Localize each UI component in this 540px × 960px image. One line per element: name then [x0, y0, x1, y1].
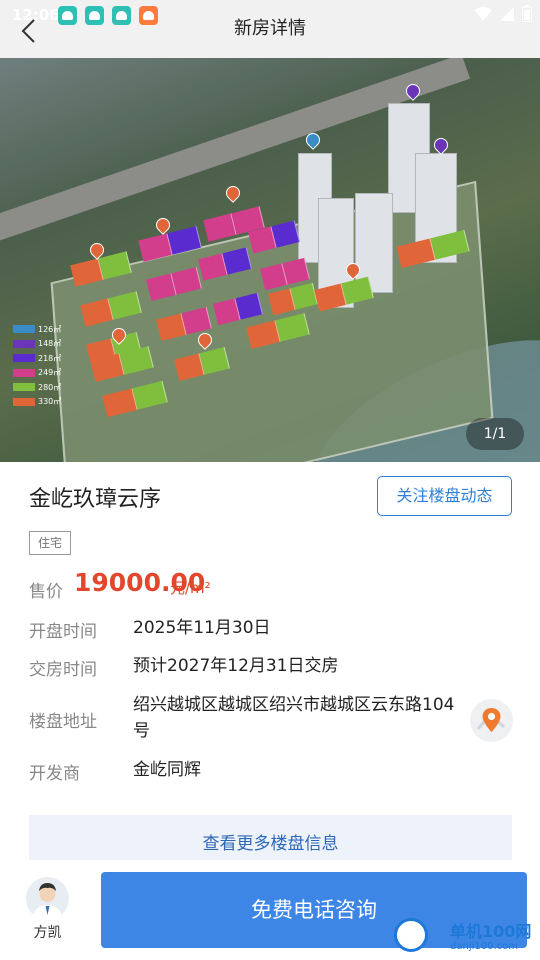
- legend-label: 148㎡: [38, 339, 62, 349]
- map-location-button[interactable]: [470, 699, 513, 742]
- app-notification-icon: [58, 6, 77, 25]
- status-time: 12:06: [12, 6, 60, 24]
- opening-date-value: 2025年11月30日: [133, 618, 271, 638]
- building-marker-pin: [431, 135, 451, 155]
- watermark-logo: 单机100网 danji100.com: [392, 912, 540, 960]
- legend-swatch: [13, 368, 35, 377]
- legend-label: 249㎡: [38, 368, 62, 378]
- watermark-url: danji100.com: [450, 941, 518, 952]
- heart-app-icon: [139, 6, 158, 25]
- legend-label: 218㎡: [38, 353, 62, 363]
- legend-row: 280㎡: [13, 380, 61, 395]
- legend-row: 148㎡: [13, 337, 61, 352]
- watermark-circle-icon: [394, 918, 428, 952]
- delivery-date-label: 交房时间: [29, 660, 97, 680]
- legend-swatch: [13, 397, 35, 406]
- developer-value: 金屹同辉: [133, 760, 201, 780]
- location-pin-icon: [476, 708, 505, 732]
- developer-label: 开发商: [29, 764, 80, 784]
- follow-updates-button[interactable]: 关注楼盘动态: [377, 476, 512, 516]
- property-name: 金屹玖璋云序: [29, 487, 162, 512]
- price-label: 售价: [29, 582, 63, 602]
- legend-label: 126㎡: [38, 324, 62, 334]
- legend-swatch: [13, 383, 35, 392]
- agent-name: 方凯: [33, 925, 62, 941]
- legend-swatch: [13, 354, 35, 363]
- opening-date-label: 开盘时间: [29, 622, 97, 642]
- address-value: 绍兴越城区越城区绍兴市越城区云东路104号: [133, 695, 455, 741]
- battery-icon: [522, 5, 532, 22]
- legend-label: 280㎡: [38, 382, 62, 392]
- building-marker-pin: [223, 183, 243, 203]
- watermark-text: 单机100网: [450, 922, 532, 941]
- signal-icon: [500, 6, 514, 21]
- more-info-button[interactable]: 查看更多楼盘信息: [29, 815, 512, 860]
- wifi-icon: [474, 6, 492, 21]
- app-notification-icon: [85, 6, 104, 25]
- legend-swatch: [13, 339, 35, 348]
- legend-row: 126㎡: [13, 322, 61, 337]
- legend-row: 249㎡: [13, 366, 61, 381]
- app-notification-icon: [112, 6, 131, 25]
- status-bar: 12:06: [0, 0, 540, 32]
- property-image-carousel[interactable]: 126㎡ 148㎡ 218㎡ 249㎡ 280㎡ 330㎡ 1/1: [0, 58, 540, 462]
- legend-swatch: [13, 325, 35, 334]
- delivery-date-value: 预计2027年12月31日交房: [133, 656, 339, 676]
- property-type-tag: 住宅: [29, 531, 72, 555]
- legend-label: 330㎡: [38, 397, 62, 407]
- system-icons: [474, 5, 532, 22]
- price-unit: 元/m²: [170, 579, 211, 597]
- image-counter: 1/1: [466, 418, 524, 450]
- notification-icons: [58, 6, 158, 25]
- agent-avatar[interactable]: [26, 877, 69, 920]
- unit-size-legend: 126㎡ 148㎡ 218㎡ 249㎡ 280㎡ 330㎡: [13, 322, 61, 409]
- legend-row: 218㎡: [13, 351, 61, 366]
- agent-portrait-icon: [32, 883, 63, 920]
- address-label: 楼盘地址: [29, 712, 97, 732]
- legend-row: 330㎡: [13, 395, 61, 410]
